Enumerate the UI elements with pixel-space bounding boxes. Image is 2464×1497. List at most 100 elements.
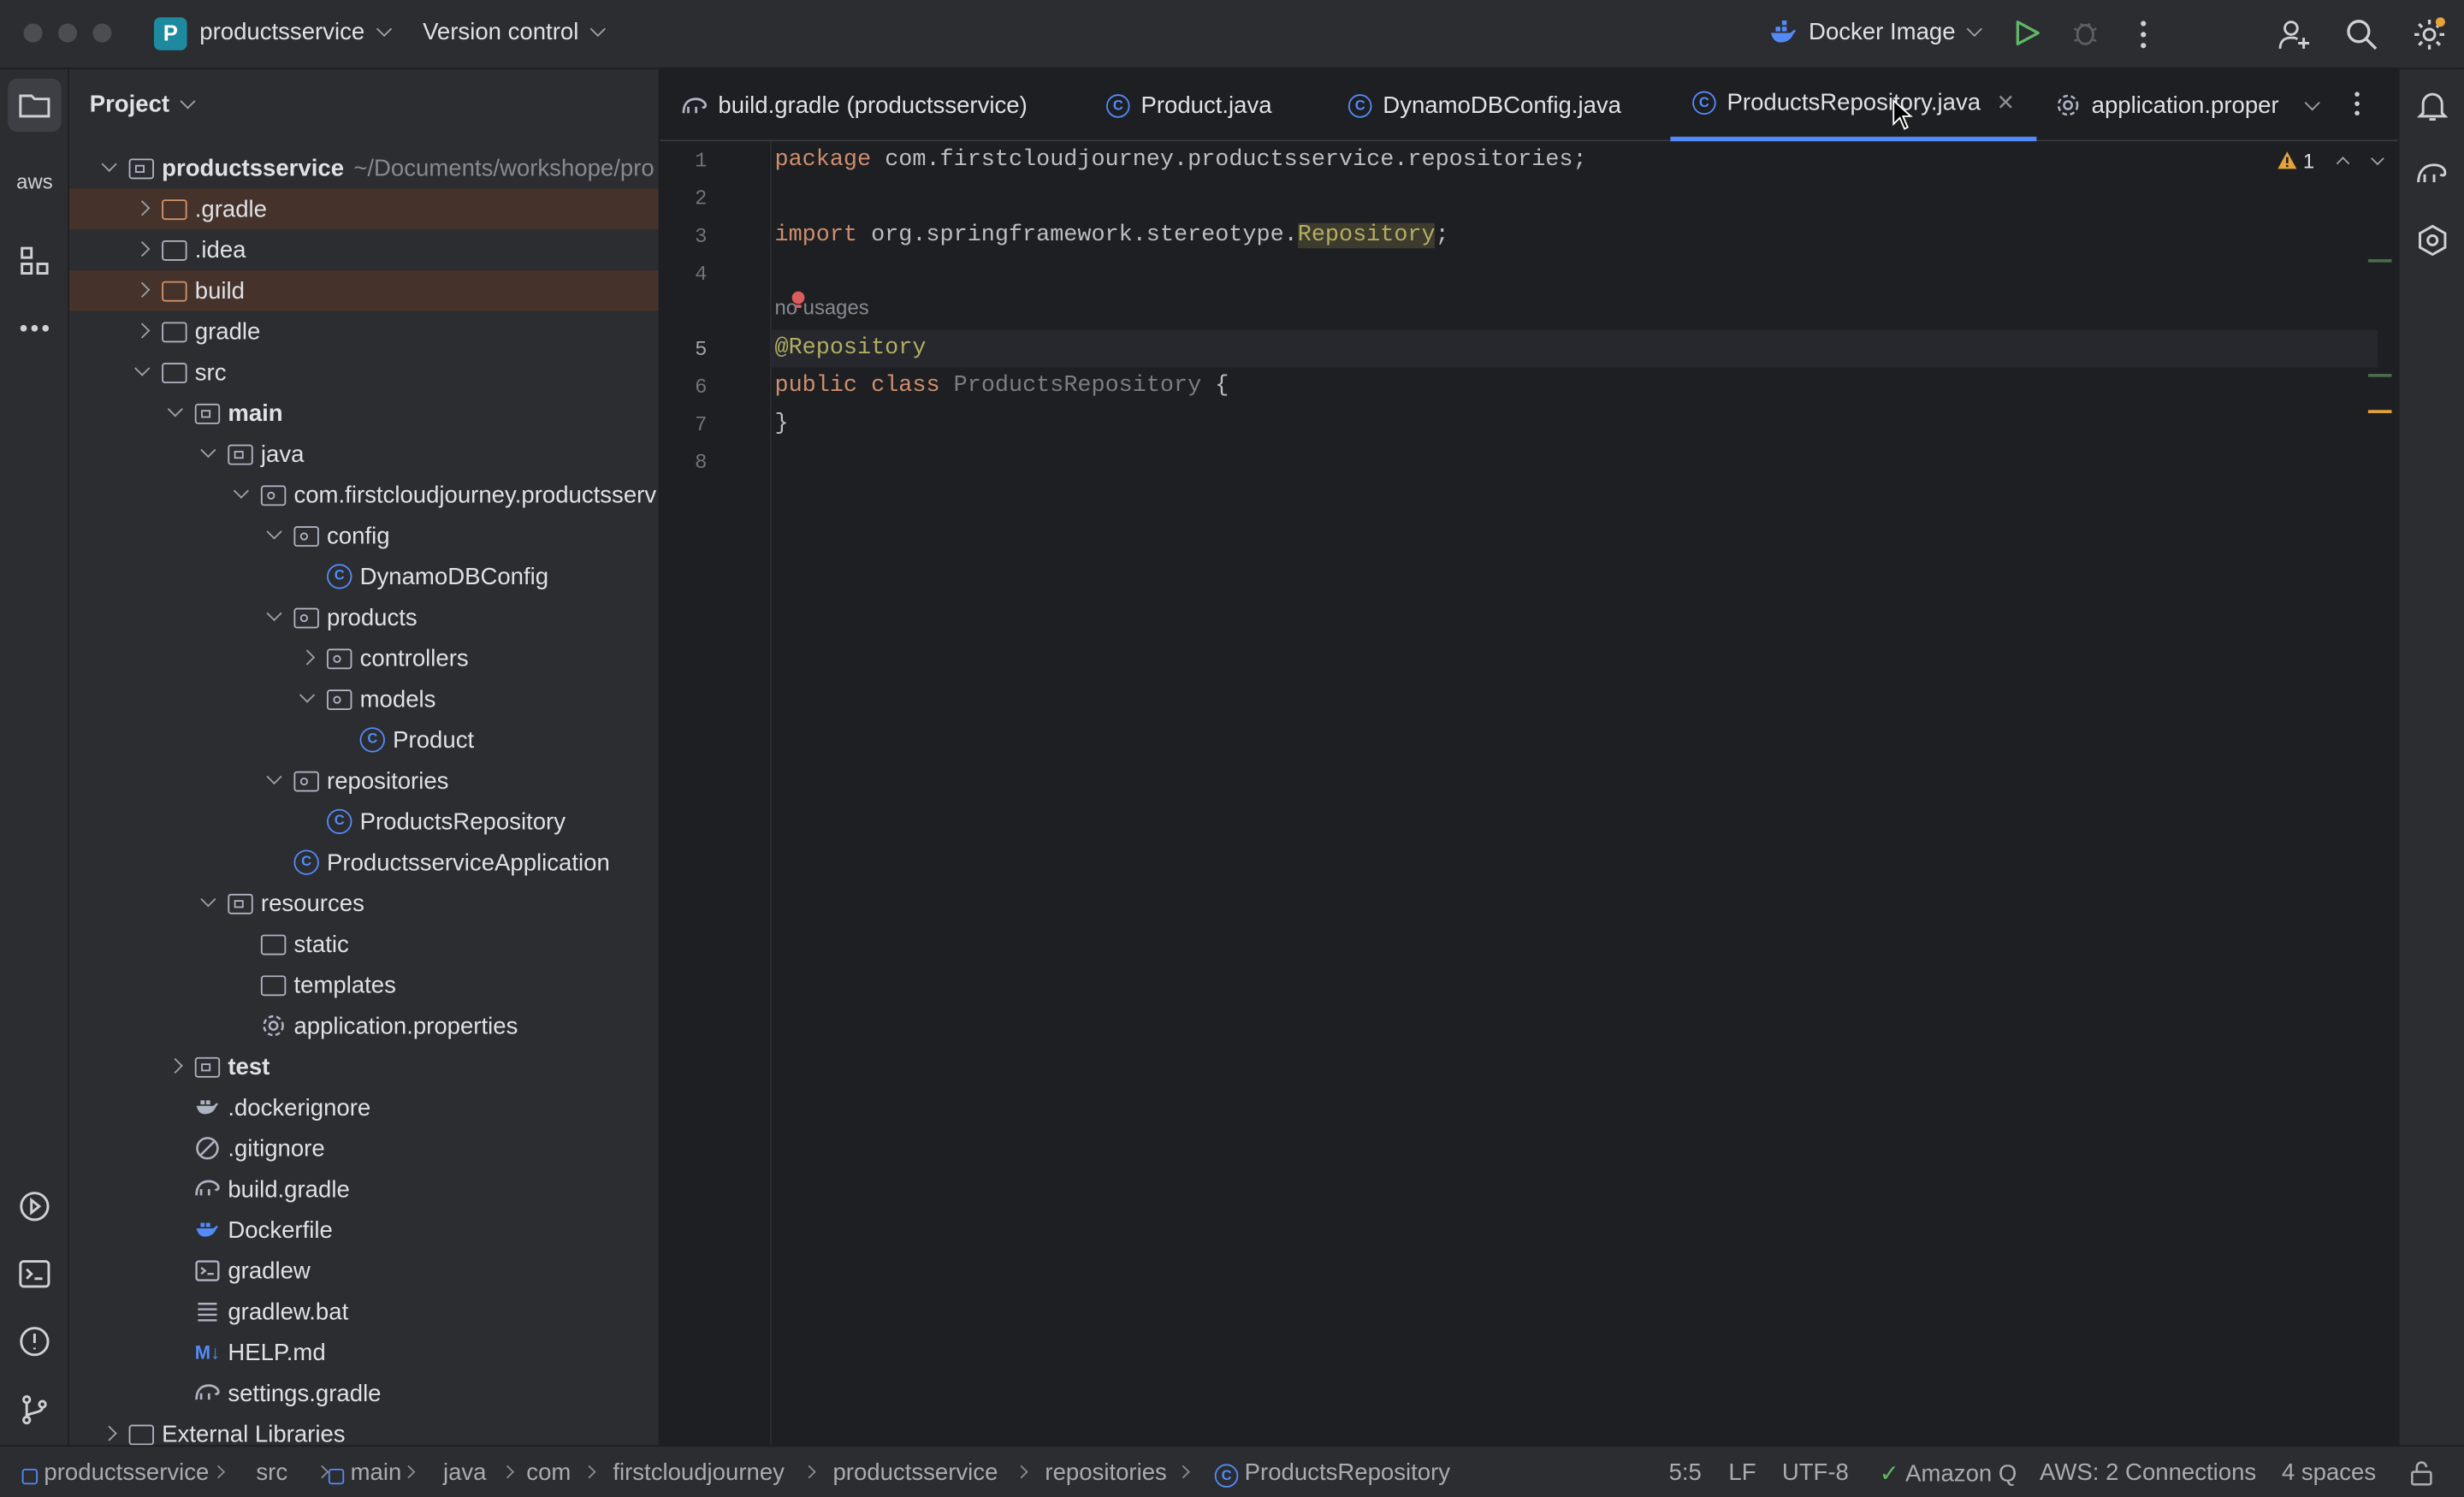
tree-item[interactable]: Dockerfile	[69, 1210, 659, 1251]
chevron-down-icon[interactable]	[200, 442, 216, 459]
chevron-down-icon[interactable]	[200, 891, 216, 908]
tab-productsrepository-java[interactable]: C ProductsRepository.java ✕	[1670, 69, 2037, 142]
tree-item[interactable]: test	[69, 1046, 659, 1087]
chevron-right-icon[interactable]	[299, 649, 316, 666]
run-icon[interactable]	[2013, 19, 2041, 47]
error-bulb-icon[interactable]	[791, 289, 806, 308]
tree-item[interactable]: build	[68, 269, 659, 311]
tree-item[interactable]: C ProductsRepository	[69, 802, 659, 843]
amazon-q-status[interactable]: ✓ Amazon Q	[1880, 1459, 2017, 1488]
usages-inlay-hint[interactable]: no usages	[774, 295, 868, 319]
tab-product-java[interactable]: C Product.java	[1106, 69, 1272, 141]
code-with-me-icon[interactable]	[2277, 17, 2311, 51]
tab-dynamodbconfig-java[interactable]: C DynamoDBConfig.java	[1348, 69, 1621, 141]
chevron-right-icon[interactable]	[167, 1057, 183, 1074]
breadcrumb-item[interactable]: repositories	[1045, 1459, 1166, 1486]
breadcrumb-item[interactable]: src	[256, 1459, 287, 1486]
breadcrumb-item[interactable]: firstcloudjourney	[613, 1459, 785, 1486]
tree-item[interactable]: gradlew	[69, 1251, 659, 1292]
chevron-down-icon[interactable]	[233, 482, 250, 499]
tree-item[interactable]: .dockerignore	[69, 1087, 659, 1128]
chevron-right-icon[interactable]	[134, 322, 151, 339]
project-view-selector[interactable]: Project	[90, 92, 196, 118]
chevron-down-icon[interactable]	[167, 401, 183, 417]
tree-item[interactable]: settings.gradle	[69, 1373, 659, 1414]
tree-item[interactable]: .idea	[69, 229, 659, 270]
services-run-icon[interactable]	[8, 1180, 61, 1233]
tree-item[interactable]: java	[69, 434, 659, 475]
settings-gear-icon[interactable]	[2412, 17, 2446, 51]
notifications-bell-icon[interactable]	[2406, 79, 2459, 132]
line-separator[interactable]: LF	[1728, 1459, 1756, 1486]
structure-icon[interactable]	[8, 234, 61, 287]
tree-item[interactable]: templates	[69, 964, 659, 1005]
tree-item[interactable]: controllers	[69, 638, 659, 679]
chevron-down-icon[interactable]	[266, 605, 282, 622]
search-icon[interactable]	[2344, 17, 2378, 51]
chevron-right-icon[interactable]	[101, 1425, 117, 1441]
read-only-lock-icon[interactable]	[2410, 1461, 2432, 1486]
more-tool-windows-icon[interactable]	[8, 302, 61, 355]
project-tool-folder-icon[interactable]	[8, 78, 62, 133]
tree-item[interactable]: products	[69, 597, 659, 638]
tree-item[interactable]: gradlew.bat	[69, 1291, 659, 1332]
breadcrumb-item[interactable]: productsservice	[832, 1459, 998, 1486]
tree-item[interactable]: application.properties	[69, 1005, 659, 1046]
project-switcher[interactable]: productsservice	[199, 19, 393, 45]
close-tab-icon[interactable]: ✕	[1996, 90, 2015, 116]
tree-item-root[interactable]: productsservice ~/Documents/workshope/pro	[69, 148, 659, 189]
zoom-window-button[interactable]	[92, 23, 112, 43]
tree-item[interactable]: gradle	[69, 311, 659, 352]
tree-item[interactable]: M↓ HELP.md	[69, 1332, 659, 1373]
tab-more-options-icon[interactable]	[2351, 90, 2364, 126]
breadcrumb-item[interactable]: com	[526, 1459, 571, 1486]
breadcrumb-item[interactable]: java	[443, 1459, 487, 1486]
inspection-widget[interactable]: 1	[2277, 149, 2384, 173]
tab-application-properties[interactable]: application.proper	[2055, 69, 2278, 141]
minimize-window-button[interactable]	[57, 23, 77, 43]
chevron-down-icon[interactable]	[266, 768, 282, 785]
more-actions-icon[interactable]	[2131, 19, 2156, 50]
terminal-icon[interactable]	[8, 1247, 61, 1300]
chevron-right-icon[interactable]	[134, 200, 151, 216]
debug-icon[interactable]	[2071, 19, 2100, 47]
tree-item[interactable]: models	[69, 678, 659, 719]
breadcrumb-item[interactable]: ProductsRepository	[1245, 1459, 1450, 1486]
tree-item[interactable]: C ProductsserviceApplication	[69, 842, 659, 883]
indent-setting[interactable]: 4 spaces	[2282, 1459, 2376, 1486]
chevron-down-icon[interactable]	[101, 156, 117, 172]
tree-item[interactable]: build.gradle	[69, 1169, 659, 1210]
tree-item[interactable]: main	[69, 393, 659, 434]
chevron-right-icon[interactable]	[134, 281, 151, 298]
tree-item[interactable]: com.firstcloudjourney.productsserv	[69, 475, 659, 516]
git-branch-icon[interactable]	[8, 1382, 61, 1435]
tree-item[interactable]: C DynamoDBConfig	[69, 556, 659, 597]
file-encoding[interactable]: UTF-8	[1782, 1459, 1849, 1486]
tree-item[interactable]: External Libraries	[69, 1414, 659, 1446]
tree-item[interactable]: .gitignore	[69, 1127, 659, 1169]
run-configuration-selector[interactable]: Docker Image	[1809, 19, 1983, 45]
aws-connections[interactable]: AWS: 2 Connections	[2040, 1459, 2256, 1486]
tab-list-chevron-icon[interactable]	[2304, 92, 2320, 121]
chevron-right-icon[interactable]	[134, 240, 151, 257]
chevron-down-icon[interactable]	[134, 360, 151, 376]
tab-build-gradle[interactable]: build.gradle (productsservice)	[682, 69, 1028, 141]
tree-item[interactable]: .gradle	[68, 188, 659, 230]
tree-item[interactable]: resources	[69, 883, 659, 924]
chevron-down-icon[interactable]	[266, 524, 282, 540]
close-window-button[interactable]	[23, 23, 43, 43]
tree-item[interactable]: C Product	[69, 719, 659, 760]
tree-item[interactable]: repositories	[69, 760, 659, 802]
chevron-down-icon[interactable]	[299, 687, 316, 703]
problems-icon[interactable]	[8, 1315, 61, 1368]
tree-item[interactable]: static	[69, 924, 659, 965]
amazon-q-icon[interactable]	[2406, 214, 2459, 267]
tree-item[interactable]: src	[69, 352, 659, 393]
tree-item[interactable]: config	[69, 515, 659, 556]
caret-position[interactable]: 5:5	[1669, 1459, 1702, 1486]
gradle-tool-icon[interactable]	[2406, 146, 2459, 199]
code-editor[interactable]: package com.firstcloudjourney.productsse…	[771, 98, 2398, 1446]
aws-toolkit-icon[interactable]: aws	[13, 169, 56, 201]
version-control-menu[interactable]: Version control	[423, 19, 607, 45]
breadcrumb-item[interactable]: main	[351, 1459, 402, 1486]
